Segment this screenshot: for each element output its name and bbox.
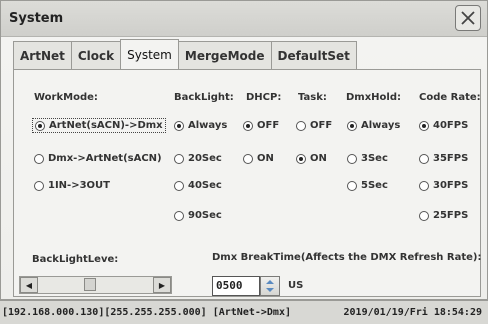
backlight-option-20sec[interactable]: 20Sec — [174, 153, 222, 164]
option-label: ArtNet(sACN)->Dmx — [49, 120, 163, 131]
datetime-status: 2019/01/19/Fri 18:54:29 — [343, 307, 482, 318]
backlight-option-90sec[interactable]: 90Sec — [174, 210, 222, 221]
system-panel: WorkMode: BackLight: DHCP: Task: DmxHold… — [13, 69, 481, 297]
option-label: 25FPS — [433, 210, 469, 221]
dmxhold-option-3sec[interactable]: 3Sec — [347, 153, 388, 164]
radio-indicator — [419, 180, 429, 191]
dmx-breaktime-label: Dmx BreakTime(Affects the DMX Refresh Ra… — [212, 252, 482, 263]
option-label: OFF — [257, 120, 280, 131]
coderate-option-25fps[interactable]: 25FPS — [419, 210, 468, 221]
option-label: ON — [310, 153, 327, 164]
dmxhold-label: DmxHold: — [346, 92, 401, 103]
tab-system[interactable]: System — [120, 39, 179, 69]
radio-indicator — [35, 120, 45, 131]
dmx-breaktime-input[interactable]: 0500 — [212, 276, 260, 296]
option-label: ON — [257, 153, 274, 164]
close-button[interactable] — [455, 5, 481, 31]
workmode-option-artnet-dmx[interactable]: ArtNet(sACN)->Dmx — [32, 118, 166, 133]
tab-artnet[interactable]: ArtNet — [13, 41, 72, 69]
option-label: 40FPS — [433, 120, 469, 131]
option-label: 5Sec — [361, 180, 388, 191]
dmxhold-option-5sec[interactable]: 5Sec — [347, 180, 388, 191]
radio-indicator — [174, 210, 184, 221]
radio-indicator — [419, 153, 429, 164]
coderate-option-30fps[interactable]: 30FPS — [419, 180, 468, 191]
status-bar: [192.168.000.130][255.255.255.000] [ArtN… — [0, 300, 488, 324]
option-label: 90Sec — [188, 210, 222, 221]
tab-clock[interactable]: Clock — [70, 41, 122, 69]
workmode-label: WorkMode: — [34, 92, 98, 103]
option-label: Always — [361, 120, 401, 131]
backlight-label: BackLight: — [174, 92, 234, 103]
radio-indicator — [419, 210, 429, 221]
option-label: Always — [188, 120, 228, 131]
coderate-label: Code Rate: — [419, 92, 481, 103]
option-label: Dmx->ArtNet(sACN) — [48, 153, 162, 164]
tab-defaultset[interactable]: DefaultSet — [270, 41, 357, 69]
radio-indicator — [296, 120, 306, 131]
workmode-option-dmx-artnet[interactable]: Dmx->ArtNet(sACN) — [34, 153, 162, 164]
option-label: OFF — [310, 120, 333, 131]
task-option-off[interactable]: OFF — [296, 120, 332, 131]
scroll-right-button[interactable]: ▶ — [153, 277, 171, 293]
system-window: System ArtNet Clock System MergeMode Def… — [0, 0, 488, 300]
dhcp-option-off[interactable]: OFF — [243, 120, 279, 131]
radio-indicator — [174, 153, 184, 164]
backlight-option-40sec[interactable]: 40Sec — [174, 180, 222, 191]
radio-indicator — [174, 180, 184, 191]
backlight-option-always[interactable]: Always — [174, 120, 227, 131]
coderate-option-35fps[interactable]: 35FPS — [419, 153, 468, 164]
option-label: 30FPS — [433, 180, 469, 191]
network-status: [192.168.000.130][255.255.255.000] [ArtN… — [2, 307, 291, 318]
radio-indicator — [419, 120, 429, 131]
scroll-left-button[interactable]: ◀ — [20, 277, 38, 293]
dhcp-option-on[interactable]: ON — [243, 153, 274, 164]
radio-indicator — [34, 153, 44, 164]
radio-indicator — [243, 153, 253, 164]
workmode-option-1in-3out[interactable]: 1IN->3OUT — [34, 180, 110, 191]
title-bar: System — [1, 1, 487, 37]
backlight-level-slider[interactable]: ◀ ▶ — [19, 276, 172, 294]
option-label: 3Sec — [361, 153, 388, 164]
option-label: 35FPS — [433, 153, 469, 164]
radio-indicator — [347, 180, 357, 191]
tab-mergemode[interactable]: MergeMode — [177, 41, 272, 69]
slider-thumb[interactable] — [84, 278, 96, 291]
dmx-breaktime-unit: US — [288, 280, 304, 291]
task-option-on[interactable]: ON — [296, 153, 327, 164]
spin-down-icon[interactable] — [266, 288, 274, 292]
spin-up-icon[interactable] — [266, 280, 274, 284]
radio-indicator — [347, 120, 357, 131]
dmx-breaktime-spinner[interactable] — [260, 276, 280, 296]
radio-indicator — [347, 153, 357, 164]
close-icon — [461, 11, 475, 25]
tab-bar: ArtNet Clock System MergeMode DefaultSet — [13, 39, 357, 69]
coderate-option-40fps[interactable]: 40FPS — [419, 120, 468, 131]
radio-indicator — [174, 120, 184, 131]
radio-indicator — [34, 180, 44, 191]
radio-indicator — [296, 153, 306, 164]
option-label: 20Sec — [188, 153, 222, 164]
radio-indicator — [243, 120, 253, 131]
option-label: 40Sec — [188, 180, 222, 191]
option-label: 1IN->3OUT — [48, 180, 110, 191]
task-label: Task: — [298, 92, 327, 103]
backlight-level-label: BackLightLeve: — [32, 254, 119, 265]
window-title: System — [9, 11, 64, 26]
dhcp-label: DHCP: — [246, 92, 282, 103]
dmxhold-option-always[interactable]: Always — [347, 120, 400, 131]
